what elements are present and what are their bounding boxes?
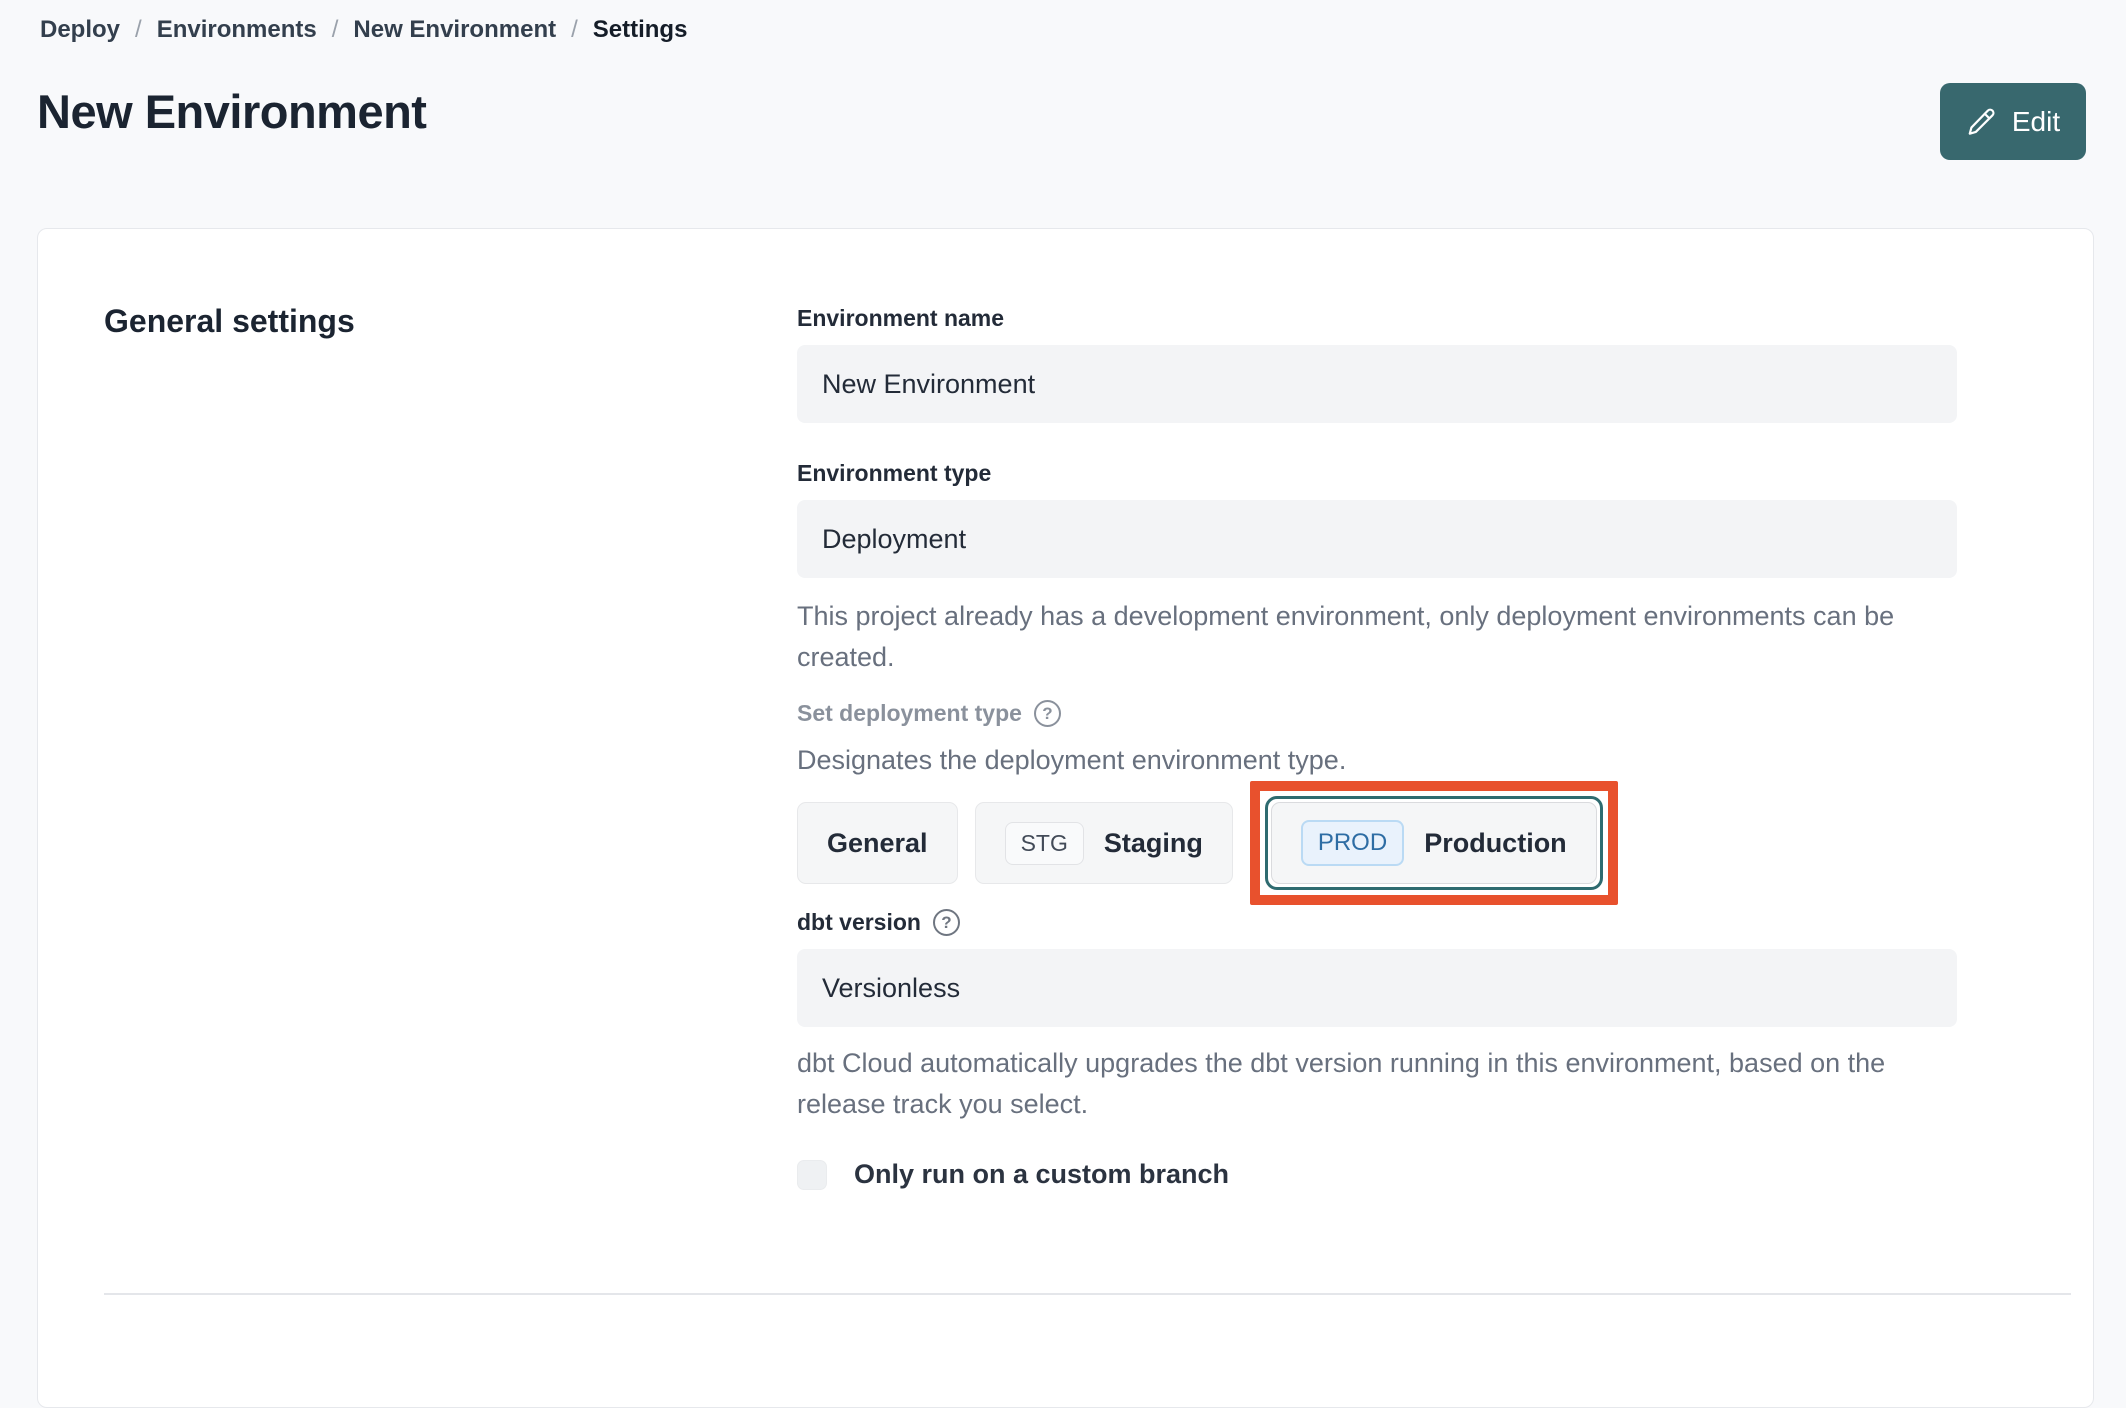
environment-type-helper: This project already has a development e… [797, 601, 1895, 672]
option-general-button[interactable]: General [797, 802, 958, 884]
selected-option-ring: PROD Production [1264, 796, 1603, 890]
annotation-highlight-box: PROD Production [1249, 781, 1618, 905]
dbt-version-input[interactable]: Versionless [797, 949, 1957, 1027]
breadcrumb-new-environment[interactable]: New Environment [353, 16, 556, 44]
option-staging-label: Staging [1103, 827, 1203, 858]
section-title: General settings [104, 303, 355, 339]
edit-button[interactable]: Edit [1940, 83, 2086, 160]
deployment-type-helper: Designates the deployment environment ty… [797, 745, 1347, 775]
environment-name-label-text: Environment name [797, 305, 1005, 331]
dbt-version-label-text: dbt version [797, 909, 921, 935]
prod-badge: PROD [1300, 820, 1405, 866]
help-icon[interactable]: ? [1033, 699, 1061, 727]
settings-form: Environment name New Environment Environ… [797, 303, 1957, 1190]
custom-branch-checkbox[interactable] [797, 1159, 827, 1190]
environment-name-input[interactable]: New Environment [797, 345, 1957, 423]
pencil-icon [1966, 106, 1997, 137]
custom-branch-label: Only run on a custom branch [854, 1159, 1230, 1189]
breadcrumb-separator: / [331, 16, 339, 43]
environment-type-input[interactable]: Deployment [797, 500, 1957, 578]
environment-name-value: New Environment [822, 368, 1036, 399]
environment-type-label: Environment type [797, 458, 1957, 488]
environment-type-label-text: Environment type [797, 460, 992, 486]
breadcrumb-deploy[interactable]: Deploy [40, 16, 120, 44]
breadcrumb: Deploy / Environments / New Environment … [40, 16, 687, 44]
dbt-version-label: dbt version ? [797, 907, 1957, 937]
section-divider [104, 1293, 2071, 1295]
option-production-button[interactable]: PROD Production [1270, 802, 1597, 884]
dbt-version-value: Versionless [822, 972, 961, 1003]
deployment-type-label: Set deployment type ? [797, 698, 1957, 728]
option-general-label: General [827, 827, 928, 858]
dbt-version-helper: dbt Cloud automatically upgrades the dbt… [797, 1048, 1886, 1119]
environment-name-label: Environment name [797, 303, 1957, 333]
breadcrumb-settings-current: Settings [592, 16, 688, 43]
deployment-type-options: General STG Staging PROD Production [797, 781, 1957, 905]
staging-badge: STG [1004, 821, 1084, 865]
option-staging-button[interactable]: STG Staging [974, 802, 1233, 884]
custom-branch-row: Only run on a custom branch [797, 1159, 1957, 1190]
general-settings-card: General settings Environment name New En… [37, 228, 2094, 1408]
option-production-label: Production [1424, 827, 1567, 858]
breadcrumb-separator: / [571, 16, 578, 43]
help-icon[interactable]: ? [932, 908, 960, 936]
breadcrumb-separator: / [135, 16, 142, 43]
environment-type-value: Deployment [822, 523, 967, 554]
edit-button-label: Edit [2011, 105, 2061, 137]
page-title: New Environment [37, 85, 427, 138]
deployment-type-label-text: Set deployment type [797, 700, 1022, 726]
breadcrumb-environments[interactable]: Environments [157, 16, 317, 44]
